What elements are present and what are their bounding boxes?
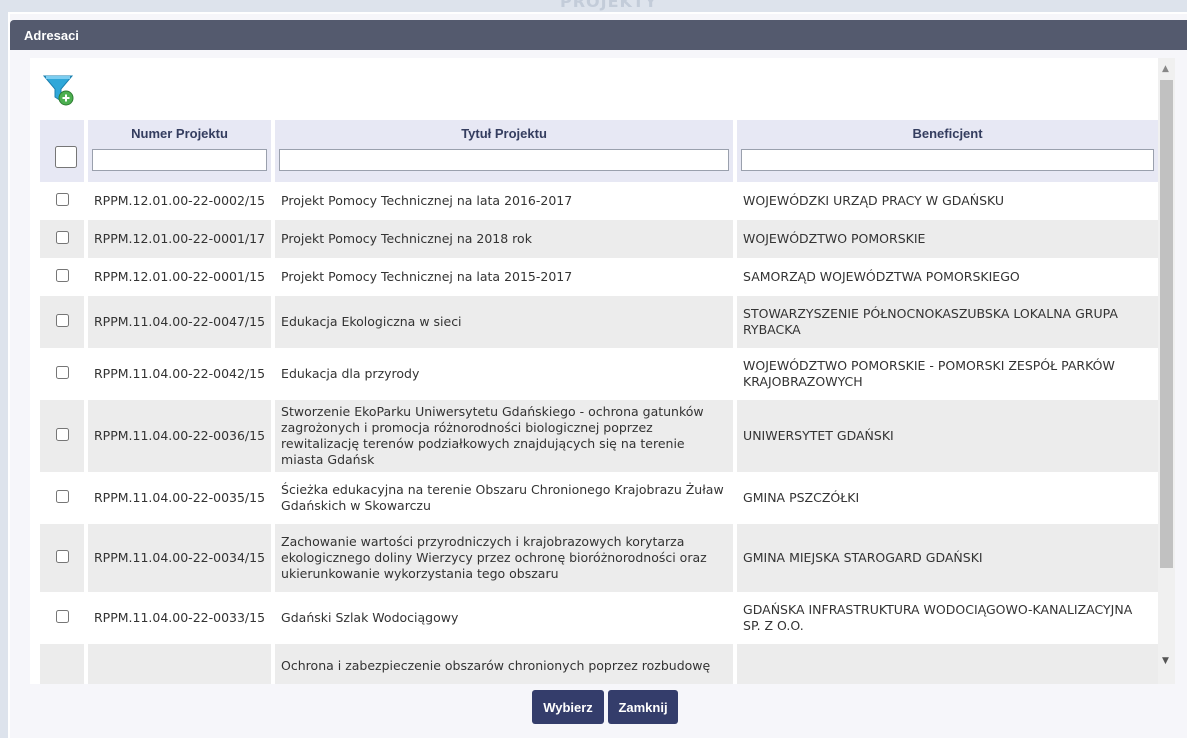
select-all-header: [40, 120, 84, 182]
column-label-title: Tytuł Projektu: [461, 126, 547, 141]
cell-beneficiary: WOJEWÓDZTWO POMORSKIE - POMORSKI ZESPÓŁ …: [737, 348, 1158, 400]
filter-add-icon[interactable]: [42, 72, 76, 106]
cell-beneficiary: UNIWERSYTET GDAŃSKI: [737, 400, 1158, 472]
column-header-beneficiary: Beneficjent: [737, 120, 1158, 182]
cell-number: RPPM.12.01.00-22-0001/17: [88, 220, 272, 258]
dialog-titlebar: Adresaci: [10, 20, 1187, 50]
row-checkbox[interactable]: [55, 313, 69, 327]
column-label-beneficiary: Beneficjent: [912, 126, 983, 141]
cell-number: RPPM.12.01.00-22-0001/15: [88, 258, 272, 296]
table-row[interactable]: RPPM.11.04.00-22-0047/15 Edukacja Ekolog…: [40, 296, 1158, 348]
cell-beneficiary: GMINA MIEJSKA STAROGARD GDAŃSKI: [737, 524, 1158, 592]
scroll-down-arrow-icon[interactable]: ▼: [1162, 656, 1169, 666]
cell-title: Projekt Pomocy Technicznej na lata 2016-…: [275, 182, 734, 220]
table-row[interactable]: Ochrona i zabezpieczenie obszarów chroni…: [40, 644, 1158, 684]
column-header-number: Numer Projektu: [88, 120, 272, 182]
background-page-edge: [0, 12, 8, 738]
scrollbar-thumb[interactable]: [1160, 80, 1173, 568]
cell-title: Ochrona i zabezpieczenie obszarów chroni…: [275, 644, 734, 684]
filter-number-input[interactable]: [92, 149, 268, 171]
background-page-strip: PROJEKTY: [0, 0, 1187, 12]
filter-beneficiary-input[interactable]: [741, 149, 1154, 171]
cell-number: RPPM.11.04.00-22-0035/15: [88, 472, 272, 524]
table-row[interactable]: RPPM.11.04.00-22-0036/15 Stworzenie EkoP…: [40, 400, 1158, 472]
cell-number: [88, 644, 272, 684]
row-checkbox[interactable]: [55, 549, 69, 563]
select-button[interactable]: Wybierz: [532, 690, 604, 724]
select-all-checkbox[interactable]: [48, 146, 84, 168]
table-row[interactable]: RPPM.12.01.00-22-0001/15 Projekt Pomocy …: [40, 258, 1158, 296]
row-checkbox[interactable]: [55, 427, 69, 441]
row-checkbox[interactable]: [55, 609, 69, 623]
cell-beneficiary: GMINA PSZCZÓŁKI: [737, 472, 1158, 524]
table-row[interactable]: RPPM.11.04.00-22-0034/15 Zachowanie wart…: [40, 524, 1158, 592]
cell-number: RPPM.11.04.00-22-0036/15: [88, 400, 272, 472]
table-row[interactable]: RPPM.11.04.00-22-0042/15 Edukacja dla pr…: [40, 348, 1158, 400]
cell-title: Edukacja dla przyrody: [275, 348, 734, 400]
cell-beneficiary: WOJEWÓDZKI URZĄD PRACY W GDAŃSKU: [737, 182, 1158, 220]
cell-beneficiary: STOWARZYSZENIE PÓŁNOCNOKASZUBSKA LOKALNA…: [737, 296, 1158, 348]
vertical-scrollbar[interactable]: ▲ ▼: [1158, 58, 1175, 684]
filter-title-input[interactable]: [279, 149, 730, 171]
projects-table: Numer Projektu Tytuł Projektu Beneficjen…: [36, 120, 1162, 684]
cell-number: RPPM.11.04.00-22-0034/15: [88, 524, 272, 592]
cell-beneficiary: SAMORZĄD WOJEWÓDZTWA POMORSKIEGO: [737, 258, 1158, 296]
close-button[interactable]: Zamknij: [608, 690, 678, 724]
cell-title: Edukacja Ekologiczna w sieci: [275, 296, 734, 348]
cell-beneficiary: WOJEWÓDZTWO POMORSKIE: [737, 220, 1158, 258]
cell-number: RPPM.11.04.00-22-0033/15: [88, 592, 272, 644]
row-checkbox[interactable]: [55, 192, 69, 206]
table-row[interactable]: RPPM.11.04.00-22-0033/15 Gdański Szlak W…: [40, 592, 1158, 644]
cell-beneficiary: [737, 644, 1158, 684]
row-checkbox[interactable]: [55, 268, 69, 282]
table-row[interactable]: RPPM.11.04.00-22-0035/15 Ścieżka edukacy…: [40, 472, 1158, 524]
table-row[interactable]: RPPM.12.01.00-22-0001/17 Projekt Pomocy …: [40, 220, 1158, 258]
row-checkbox[interactable]: [55, 489, 69, 503]
row-checkbox[interactable]: [55, 230, 69, 244]
cell-title: Ścieżka edukacyjna na terenie Obszaru Ch…: [275, 472, 734, 524]
cell-number: RPPM.11.04.00-22-0047/15: [88, 296, 272, 348]
cell-beneficiary: GDAŃSKA INFRASTRUKTURA WODOCIĄGOWO-KANAL…: [737, 592, 1158, 644]
cell-title: Gdański Szlak Wodociągowy: [275, 592, 734, 644]
dialog-title: Adresaci: [24, 28, 79, 43]
cell-title: Zachowanie wartości przyrodniczych i kra…: [275, 524, 734, 592]
cell-number: RPPM.11.04.00-22-0042/15: [88, 348, 272, 400]
table-row[interactable]: RPPM.12.01.00-22-0002/15 Projekt Pomocy …: [40, 182, 1158, 220]
cell-title: Projekt Pomocy Technicznej na lata 2015-…: [275, 258, 734, 296]
addressees-dialog: Adresaci Numer Projektu Tytuł Projektu B…: [10, 14, 1187, 738]
scroll-up-arrow-icon[interactable]: ▲: [1162, 64, 1169, 74]
dialog-content: Numer Projektu Tytuł Projektu Beneficjen…: [30, 58, 1175, 684]
cell-title: Stworzenie EkoParku Uniwersytetu Gdański…: [275, 400, 734, 472]
cell-title: Projekt Pomocy Technicznej na 2018 rok: [275, 220, 734, 258]
background-page-title: PROJEKTY: [560, 0, 658, 11]
cell-number: RPPM.12.01.00-22-0002/15: [88, 182, 272, 220]
column-label-number: Numer Projektu: [131, 126, 228, 141]
row-checkbox[interactable]: [55, 365, 69, 379]
column-header-title: Tytuł Projektu: [275, 120, 734, 182]
